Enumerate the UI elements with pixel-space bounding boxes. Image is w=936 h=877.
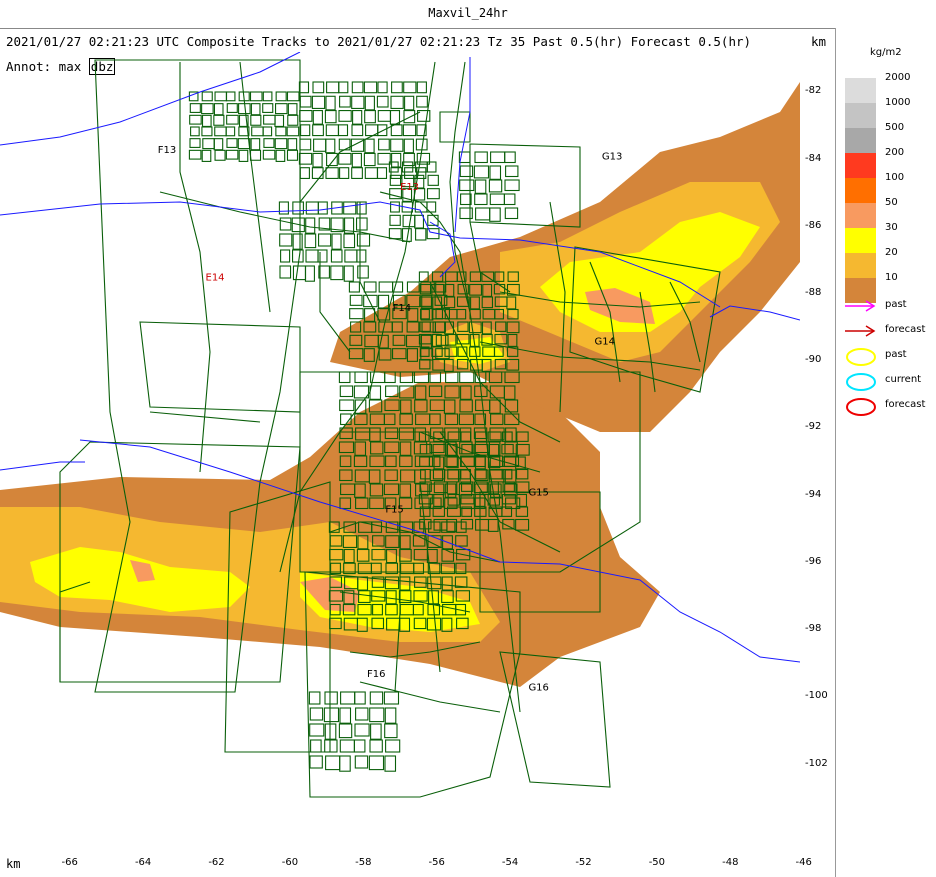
legend-symbol-label: current	[885, 374, 922, 385]
y-tick-label: -94	[805, 488, 822, 500]
map-cell-label: E13	[400, 182, 419, 193]
legend-level-label: 500	[885, 122, 905, 133]
map-cell-label: F15	[385, 505, 403, 516]
y-tick-label: -88	[805, 287, 822, 299]
y-tick-label: -100	[805, 690, 828, 702]
legend-level-label: 30	[885, 222, 898, 233]
y-tick-label: -102	[805, 757, 828, 769]
map-cell-label: F16	[367, 669, 385, 680]
legend-level-label: 2000	[885, 72, 911, 83]
map-cell-label: G13	[602, 152, 622, 163]
legend-swatch	[845, 78, 876, 103]
map-cell-label: G16	[528, 683, 548, 694]
legend-level-label: 1000	[885, 97, 911, 108]
legend-symbol-label: forecast	[885, 324, 926, 335]
header-units: km	[811, 34, 827, 49]
legend-level-label: 50	[885, 197, 898, 208]
legend-swatch	[845, 203, 876, 228]
x-tick-label: -58	[355, 857, 372, 868]
y-tick-label: -98	[805, 623, 822, 635]
x-tick-label: -66	[61, 857, 78, 868]
legend-swatch	[845, 253, 876, 278]
ellipse-icon	[846, 373, 876, 391]
legend-title: kg/m2	[870, 47, 902, 58]
ellipse-icon	[846, 348, 876, 366]
map-cell-label: F14	[393, 303, 411, 314]
legend-symbol-label: past	[885, 299, 907, 310]
legend-swatch	[845, 178, 876, 203]
legend-level-label: 10	[885, 272, 898, 283]
x-tick-label: -50	[648, 857, 666, 868]
map-canvas[interactable]: F13 E13 G13 E14 F14 G14 F15 G15 F16 G16	[0, 52, 800, 852]
legend-swatch	[845, 128, 876, 153]
window-title: Maxvil_24hr	[428, 6, 508, 20]
y-tick-label: -90	[805, 354, 822, 366]
y-tick-label: -82	[805, 85, 822, 97]
ellipse-icon	[846, 398, 876, 416]
legend-symbol-label: forecast	[885, 399, 926, 410]
legend-symbol-row: past	[845, 296, 935, 318]
legend-swatch	[845, 153, 876, 178]
y-tick-label: -84	[805, 152, 822, 164]
x-tick-label: -60	[281, 857, 299, 868]
legend-swatch	[845, 103, 876, 128]
x-tick-label: -64	[134, 857, 152, 868]
legend-level-label: 200	[885, 147, 905, 158]
arrow-icon	[845, 300, 876, 312]
window-title-bar: Maxvil_24hr	[0, 0, 936, 29]
map-cell-label: E14	[206, 273, 225, 284]
legend-symbol-row: forecast	[845, 321, 935, 343]
arrow-icon	[845, 325, 876, 337]
legend-symbol-row: forecast	[845, 396, 935, 418]
y-tick-label: -92	[805, 421, 822, 433]
x-tick-label: -54	[501, 857, 519, 868]
header-timestamp-line: 2021/01/27 02:21:23 UTC Composite Tracks…	[6, 34, 752, 49]
legend-swatch	[845, 228, 876, 253]
x-tick-label: -56	[428, 857, 445, 868]
x-axis-unit-label: km	[6, 857, 21, 871]
legend-symbol-row: past	[845, 346, 935, 368]
legend-level-label: 20	[885, 247, 898, 258]
map-cell-label: G14	[594, 336, 614, 347]
x-tick-label: -46	[795, 857, 812, 868]
x-tick-label: -48	[722, 857, 739, 868]
map-cell-label: G15	[528, 488, 548, 499]
legend-symbol-label: past	[885, 349, 907, 360]
legend-symbol-row: current	[845, 371, 935, 393]
legend-level-label: 100	[885, 172, 905, 183]
x-tick-label: -52	[575, 857, 592, 868]
y-tick-label: -86	[805, 219, 822, 231]
y-tick-label: -96	[805, 555, 822, 567]
map-cell-label: F13	[158, 145, 176, 156]
x-tick-label: -62	[208, 857, 225, 868]
